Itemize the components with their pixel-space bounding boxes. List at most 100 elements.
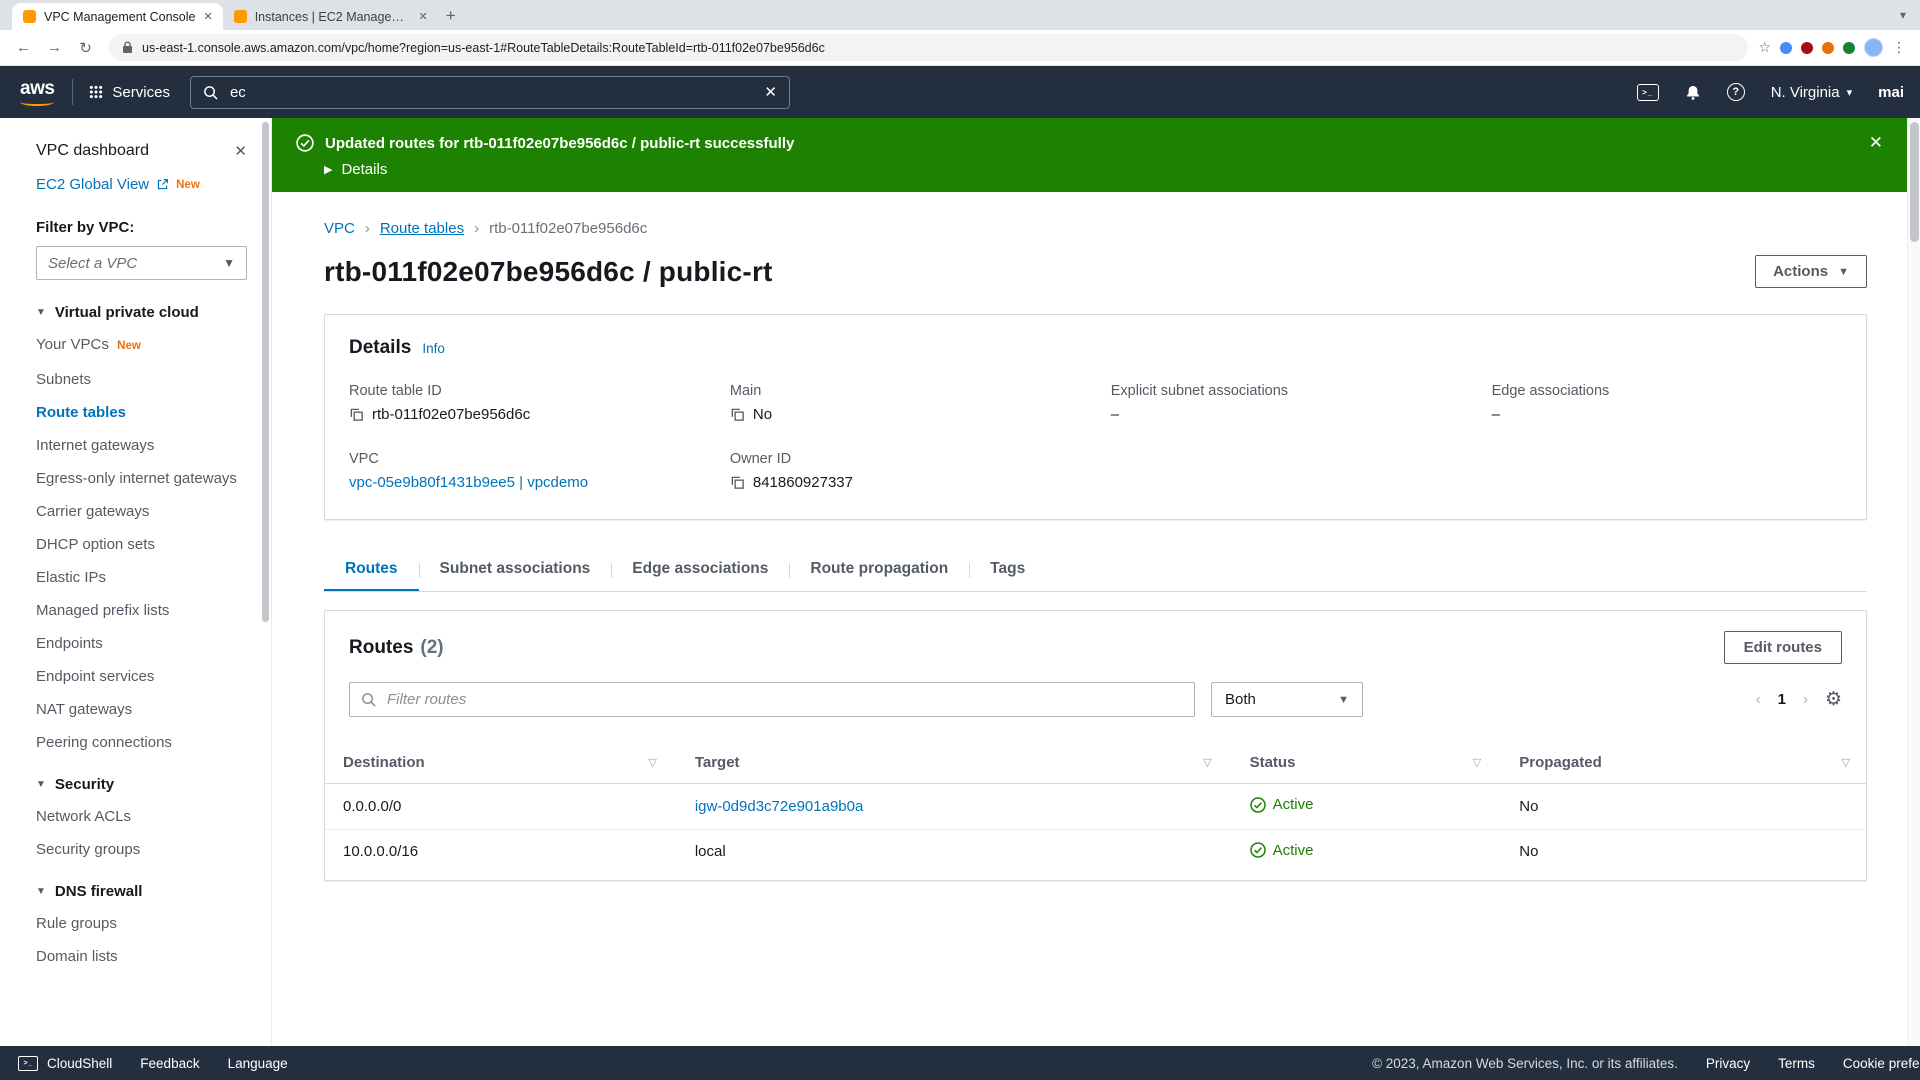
url-text: us-east-1.console.aws.amazon.com/vpc/hom… — [142, 40, 825, 55]
sort-icon[interactable]: ▽ — [1473, 756, 1481, 769]
flashbar-close-icon[interactable]: ✕ — [1869, 133, 1883, 153]
sidebar-item-route-tables[interactable]: Route tables — [36, 404, 126, 421]
table-settings-gear-icon[interactable]: ⚙ — [1825, 688, 1842, 711]
sidebar-item-nat-gateways[interactable]: NAT gateways — [36, 701, 132, 718]
edit-routes-button[interactable]: Edit routes — [1723, 631, 1842, 664]
column-header-target[interactable]: Target ▽ — [694, 743, 1250, 784]
details-toggle-label: Details — [341, 161, 388, 178]
routes-filter-input[interactable] — [385, 690, 1183, 709]
tab-close-icon[interactable]: ✕ — [418, 10, 427, 23]
sidebar-item-dhcp-option-sets[interactable]: DHCP option sets — [36, 536, 155, 553]
page-scrollbar[interactable] — [1907, 118, 1920, 1046]
tab-routes[interactable]: Routes — [324, 560, 419, 591]
sidebar-item-endpoints[interactable]: Endpoints — [36, 635, 103, 652]
browser-tab-inactive[interactable]: Instances | EC2 Management Co ✕ — [223, 3, 438, 30]
services-label: Services — [112, 83, 170, 101]
previous-page-icon[interactable]: ‹ — [1756, 691, 1761, 708]
info-link[interactable]: Info — [422, 341, 445, 356]
help-icon[interactable]: ? — [1726, 83, 1745, 101]
column-label: Destination — [343, 754, 425, 771]
copyright-text: © 2023, Amazon Web Services, Inc. or its… — [1372, 1055, 1678, 1071]
console-search-bar[interactable]: ✕ — [189, 75, 790, 109]
sidebar-item-carrier-gateways[interactable]: Carrier gateways — [36, 503, 149, 520]
next-page-icon[interactable]: › — [1803, 691, 1808, 708]
tab-subnet-associations[interactable]: Subnet associations — [418, 560, 612, 591]
sidebar-item-your-vpcs[interactable]: Your VPCs — [36, 336, 109, 353]
url-bar[interactable]: us-east-1.console.aws.amazon.com/vpc/hom… — [109, 34, 1749, 61]
sort-icon[interactable]: ▽ — [648, 756, 656, 769]
actions-button[interactable]: Actions ▼ — [1755, 255, 1867, 288]
target-cell: igw-0d9d3c72e901a9b0a — [694, 783, 1250, 830]
profile-avatar[interactable] — [1864, 38, 1883, 57]
cloudshell-icon[interactable]: >_ — [1636, 83, 1659, 101]
new-tab-button[interactable]: + — [438, 3, 464, 29]
search-clear-icon[interactable]: ✕ — [764, 83, 777, 101]
extension-icon[interactable] — [1843, 41, 1855, 54]
extension-icon[interactable] — [1780, 41, 1792, 54]
cloudshell-button[interactable]: >_ CloudShell — [18, 1055, 112, 1071]
sidebar-item-managed-prefix-lists[interactable]: Managed prefix lists — [36, 602, 169, 619]
language-link[interactable]: Language — [228, 1056, 288, 1071]
sidebar-item-elastic-ips[interactable]: Elastic IPs — [36, 569, 106, 586]
current-page[interactable]: 1 — [1778, 691, 1786, 708]
services-menu-button[interactable]: Services — [72, 79, 170, 105]
sidebar-item-peering-connections[interactable]: Peering connections — [36, 734, 172, 751]
sort-icon[interactable]: ▽ — [1842, 756, 1850, 769]
terms-link[interactable]: Terms — [1778, 1056, 1815, 1071]
sidebar-scrollbar[interactable] — [262, 122, 269, 622]
destination-cell: 10.0.0.0/16 — [343, 843, 419, 861]
feedback-link[interactable]: Feedback — [140, 1056, 199, 1071]
sidebar-item-ec2-global-view[interactable]: EC2 Global View — [36, 176, 149, 193]
copy-icon[interactable] — [730, 475, 745, 490]
tab-route-propagation[interactable]: Route propagation — [789, 560, 969, 591]
flashbar-details-toggle[interactable]: ▶ Details — [324, 161, 1883, 178]
column-header-destination[interactable]: Destination ▽ — [325, 743, 695, 784]
region-selector[interactable]: N. Virginia ▾ — [1771, 84, 1852, 101]
sidebar-item-endpoint-services[interactable]: Endpoint services — [36, 668, 154, 685]
site-info-lock-icon[interactable] — [122, 41, 133, 54]
sort-icon[interactable]: ▽ — [1203, 756, 1211, 769]
route-scope-select[interactable]: Both ▼ — [1211, 682, 1363, 717]
extension-icon[interactable] — [1822, 41, 1834, 54]
column-header-status[interactable]: Status ▽ — [1249, 743, 1520, 784]
tab-close-icon[interactable]: ✕ — [203, 10, 212, 23]
account-menu[interactable]: mai — [1878, 84, 1904, 101]
section-dns-firewall[interactable]: ▼ DNS firewall — [36, 883, 247, 900]
section-virtual-private-cloud[interactable]: ▼ Virtual private cloud — [36, 304, 247, 321]
back-icon[interactable]: ← — [10, 34, 37, 61]
notifications-bell-icon[interactable] — [1685, 84, 1701, 101]
sidebar-item-domain-lists[interactable]: Domain lists — [36, 948, 118, 965]
sidebar-item-security-groups[interactable]: Security groups — [36, 841, 140, 858]
aws-logo[interactable]: aws — [16, 79, 58, 106]
privacy-link[interactable]: Privacy — [1706, 1056, 1750, 1071]
copy-icon[interactable] — [730, 407, 745, 422]
breadcrumb-route-tables[interactable]: Route tables — [380, 220, 464, 237]
sidebar-item-subnets[interactable]: Subnets — [36, 371, 91, 388]
vpc-filter-select[interactable]: Select a VPC ▼ — [36, 246, 247, 280]
browser-menu-icon[interactable]: ⋮ — [1892, 39, 1906, 56]
browser-tab-active[interactable]: VPC Management Console ✕ — [12, 3, 223, 30]
bookmark-star-icon[interactable]: ☆ — [1758, 39, 1771, 56]
sidebar-item-egress-only-internet-gateways[interactable]: Egress-only internet gateways — [36, 470, 237, 487]
tab-edge-associations[interactable]: Edge associations — [611, 560, 789, 591]
status-cell: Active — [1249, 783, 1520, 830]
sidebar-item-vpc-dashboard[interactable]: VPC dashboard — [36, 142, 149, 160]
column-header-propagated[interactable]: Propagated ▽ — [1519, 743, 1866, 784]
vpc-link[interactable]: vpc-05e9b80f1431b9ee5 | vpcdemo — [349, 474, 588, 491]
tab-search-chevron-icon[interactable]: ▾ — [1900, 8, 1906, 22]
tab-tags[interactable]: Tags — [969, 560, 1046, 591]
scrollbar-thumb[interactable] — [1910, 122, 1919, 242]
sidebar-item-network-acls[interactable]: Network ACLs — [36, 808, 131, 825]
cookie-preferences-link[interactable]: Cookie preferences — [1843, 1056, 1920, 1071]
extension-icon[interactable] — [1801, 41, 1813, 54]
sidebar-item-rule-groups[interactable]: Rule groups — [36, 915, 117, 932]
close-side-nav-icon[interactable]: ✕ — [234, 142, 247, 160]
sidebar-item-internet-gateways[interactable]: Internet gateways — [36, 437, 154, 454]
breadcrumb-vpc[interactable]: VPC — [324, 220, 355, 237]
target-link[interactable]: igw-0d9d3c72e901a9b0a — [695, 798, 863, 815]
copy-icon[interactable] — [349, 407, 364, 422]
reload-icon[interactable]: ↻ — [72, 34, 99, 61]
forward-icon[interactable]: → — [41, 34, 68, 61]
section-security[interactable]: ▼ Security — [36, 776, 247, 793]
console-search-input[interactable] — [227, 82, 755, 102]
